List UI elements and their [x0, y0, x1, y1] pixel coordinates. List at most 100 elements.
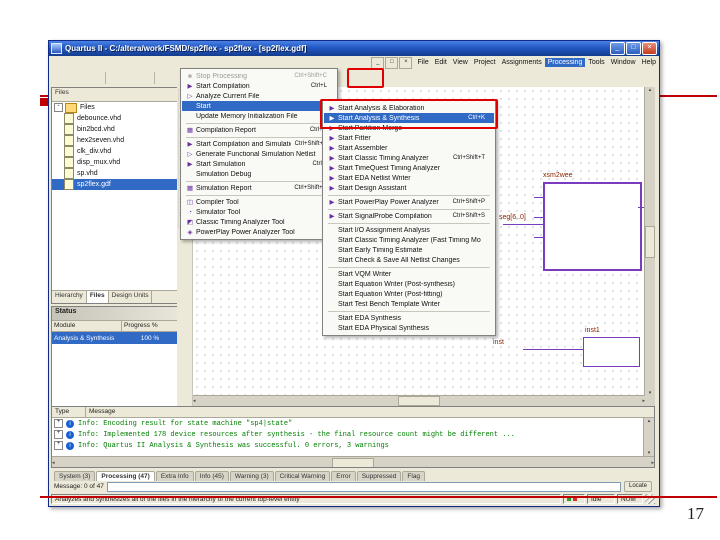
messages-tab[interactable]: Extra Info [155, 471, 194, 481]
scroll-left-icon[interactable]: ◂ [193, 398, 196, 404]
locate-button[interactable]: Locate [623, 481, 652, 492]
menu-bar-item[interactable]: View [450, 58, 471, 67]
scrollbar-thumb[interactable] [645, 225, 655, 258]
messages-tab[interactable]: Suppressed [356, 471, 402, 481]
file-item[interactable]: sp2flex.gdf [52, 179, 178, 190]
menu-bar-item[interactable]: Help [639, 58, 659, 67]
messages-vertical-scrollbar[interactable]: ▴ ▾ [643, 418, 654, 456]
scroll-down-icon[interactable]: ▾ [644, 450, 654, 456]
close-button[interactable]: × [642, 42, 657, 55]
print-icon[interactable] [90, 71, 103, 85]
menu-item[interactable]: ▷ Analyze Current File [182, 91, 336, 101]
project-navigator-tab[interactable]: Design Units [109, 291, 153, 303]
scroll-up-icon[interactable]: ▴ [645, 87, 655, 93]
menu-item[interactable]: ◫ Compiler Tool [182, 197, 336, 207]
open-file-icon[interactable] [64, 71, 77, 85]
file-item[interactable]: sp.vhd [52, 168, 178, 179]
messages-tab[interactable]: System (3) [54, 471, 96, 481]
chip-planner-icon[interactable] [462, 71, 475, 85]
menu-item[interactable]: Start EDA Physical Synthesis [324, 323, 494, 333]
programmer-icon[interactable] [449, 71, 462, 85]
menu-item[interactable]: ▶ Start Fitter [324, 133, 494, 143]
messages-horizontal-scrollbar[interactable]: ◂ ▸ [52, 456, 654, 467]
status-row[interactable]: Analysis & Synthesis 100 % [52, 332, 178, 344]
mdi-restore-button[interactable]: □ [385, 56, 399, 69]
menu-item[interactable]: Simulation Debug ▶ [182, 169, 336, 179]
menu-bar-item[interactable]: Processing [544, 58, 586, 67]
menu-item[interactable]: ▦ Compilation Report Ctrl+R [182, 125, 336, 135]
menu-bar-item[interactable]: Window [608, 58, 639, 67]
file-item[interactable]: - Files [52, 102, 178, 113]
scroll-up-icon[interactable]: ▴ [644, 418, 654, 424]
menu-item[interactable]: Start Classic Timing Analyzer (Fast Timi… [324, 235, 494, 245]
menu-item[interactable]: Start Test Bench Template Writer [324, 299, 494, 309]
menu-item[interactable]: ◩ Classic Timing Analyzer Tool [182, 217, 336, 227]
menu-bar-item[interactable]: Tools [585, 58, 607, 67]
menu-item[interactable]: ▶ Start Design Assistant [324, 183, 494, 193]
menu-item[interactable]: Start I/O Assignment Analysis [324, 225, 494, 235]
schematic-block-small[interactable] [583, 337, 640, 367]
file-item[interactable]: bin2bcd.vhd [52, 124, 178, 135]
messages-tab[interactable]: Warning (3) [229, 471, 274, 481]
messages-tab[interactable]: Error [331, 471, 356, 481]
undo-icon[interactable] [162, 71, 175, 85]
menu-item[interactable]: Start Equation Writer (Post-synthesis) [324, 279, 494, 289]
menu-item[interactable]: Start Early Timing Estimate [324, 245, 494, 255]
maximize-button[interactable]: □ [626, 42, 641, 55]
mdi-close-button[interactable]: × [399, 56, 413, 69]
paste-icon[interactable] [139, 71, 152, 85]
scrollbar-thumb[interactable] [332, 457, 374, 467]
schematic-vertical-scrollbar[interactable]: ▴ ▾ [644, 87, 655, 396]
mdi-minimize-button[interactable]: _ [371, 56, 385, 69]
messages-tab[interactable]: Flag [402, 471, 426, 481]
menu-item[interactable]: ▶ Start Simulation Ctrl+I [182, 159, 336, 169]
menu-item[interactable]: ▶ Start TimeQuest Timing Analyzer [324, 163, 494, 173]
message-row[interactable]: + i Info: Encoding result for state mach… [52, 418, 654, 429]
assignment-editor-icon[interactable] [410, 71, 423, 85]
menu-bar-item[interactable]: Project [471, 58, 499, 67]
settings-icon[interactable] [423, 71, 436, 85]
scroll-right-icon[interactable]: ▸ [651, 460, 654, 466]
project-navigator-tab[interactable]: Hierarchy [52, 291, 87, 303]
scroll-left-icon[interactable]: ◂ [52, 460, 55, 466]
file-item[interactable]: clk_div.vhd [52, 146, 178, 157]
message-expander-icon[interactable]: + [54, 419, 63, 428]
menu-item[interactable]: ▷ Generate Functional Simulation Netlist [182, 149, 336, 159]
message-expander-icon[interactable]: + [54, 430, 63, 439]
menu-item[interactable]: ▶ Start Assembler [324, 143, 494, 153]
menu-item[interactable]: Start ▶ [182, 101, 336, 111]
minimize-button[interactable]: _ [610, 42, 625, 55]
menu-item[interactable]: ▶ Start SignalProbe Compilation Ctrl+Shi… [324, 211, 494, 221]
menu-item[interactable]: Update Memory Initialization File [182, 111, 336, 121]
menu-item[interactable]: Start VQM Writer [324, 269, 494, 279]
title-bar[interactable]: Quartus II - C:/altera/work/FSMD/sp2flex… [49, 41, 659, 56]
file-item[interactable]: hex2seven.vhd [52, 135, 178, 146]
message-row[interactable]: + i Info: Implemented 178 device resourc… [52, 429, 654, 440]
menu-item[interactable]: Start Check & Save All Netlist Changes [324, 255, 494, 265]
menu-item[interactable]: ◔ Simulator Tool [182, 207, 336, 217]
menu-bar-item[interactable]: File [414, 58, 431, 67]
message-row[interactable]: + i Info: Quartus II Analysis & Synthesi… [52, 440, 654, 451]
menu-item[interactable]: ◈ PowerPlay Power Analyzer Tool [182, 227, 336, 237]
cut-icon[interactable] [113, 71, 126, 85]
menu-item[interactable]: ▶ Start PowerPlay Power Analyzer Ctrl+Sh… [324, 197, 494, 207]
menu-item[interactable]: ▶ Start Classic Timing Analyzer Ctrl+Shi… [324, 153, 494, 163]
new-file-icon[interactable] [51, 71, 64, 85]
messages-tab[interactable]: Info (45) [194, 471, 229, 481]
compilation-report-icon[interactable] [384, 71, 397, 85]
file-item[interactable]: disp_mux.vhd [52, 157, 178, 168]
menu-item[interactable]: ▶ Start EDA Netlist Writer [324, 173, 494, 183]
copy-icon[interactable] [126, 71, 139, 85]
message-column-header[interactable]: Message [86, 407, 654, 418]
file-item[interactable]: debounce.vhd [52, 113, 178, 124]
menu-item[interactable]: ▶ Start Compilation Ctrl+L [182, 81, 336, 91]
type-column-header[interactable]: Type [52, 407, 86, 418]
save-icon[interactable] [77, 71, 90, 85]
scrollbar-thumb[interactable] [398, 396, 440, 406]
menu-item[interactable]: Start Equation Writer (Post-fitting) [324, 289, 494, 299]
menu-item[interactable]: Start EDA Synthesis [324, 313, 494, 323]
schematic-horizontal-scrollbar[interactable]: ◂ ▸ [193, 395, 645, 406]
location-field[interactable] [106, 481, 621, 492]
menu-bar-item[interactable]: Edit [432, 58, 450, 67]
messages-tab[interactable]: Processing (47) [96, 471, 155, 481]
